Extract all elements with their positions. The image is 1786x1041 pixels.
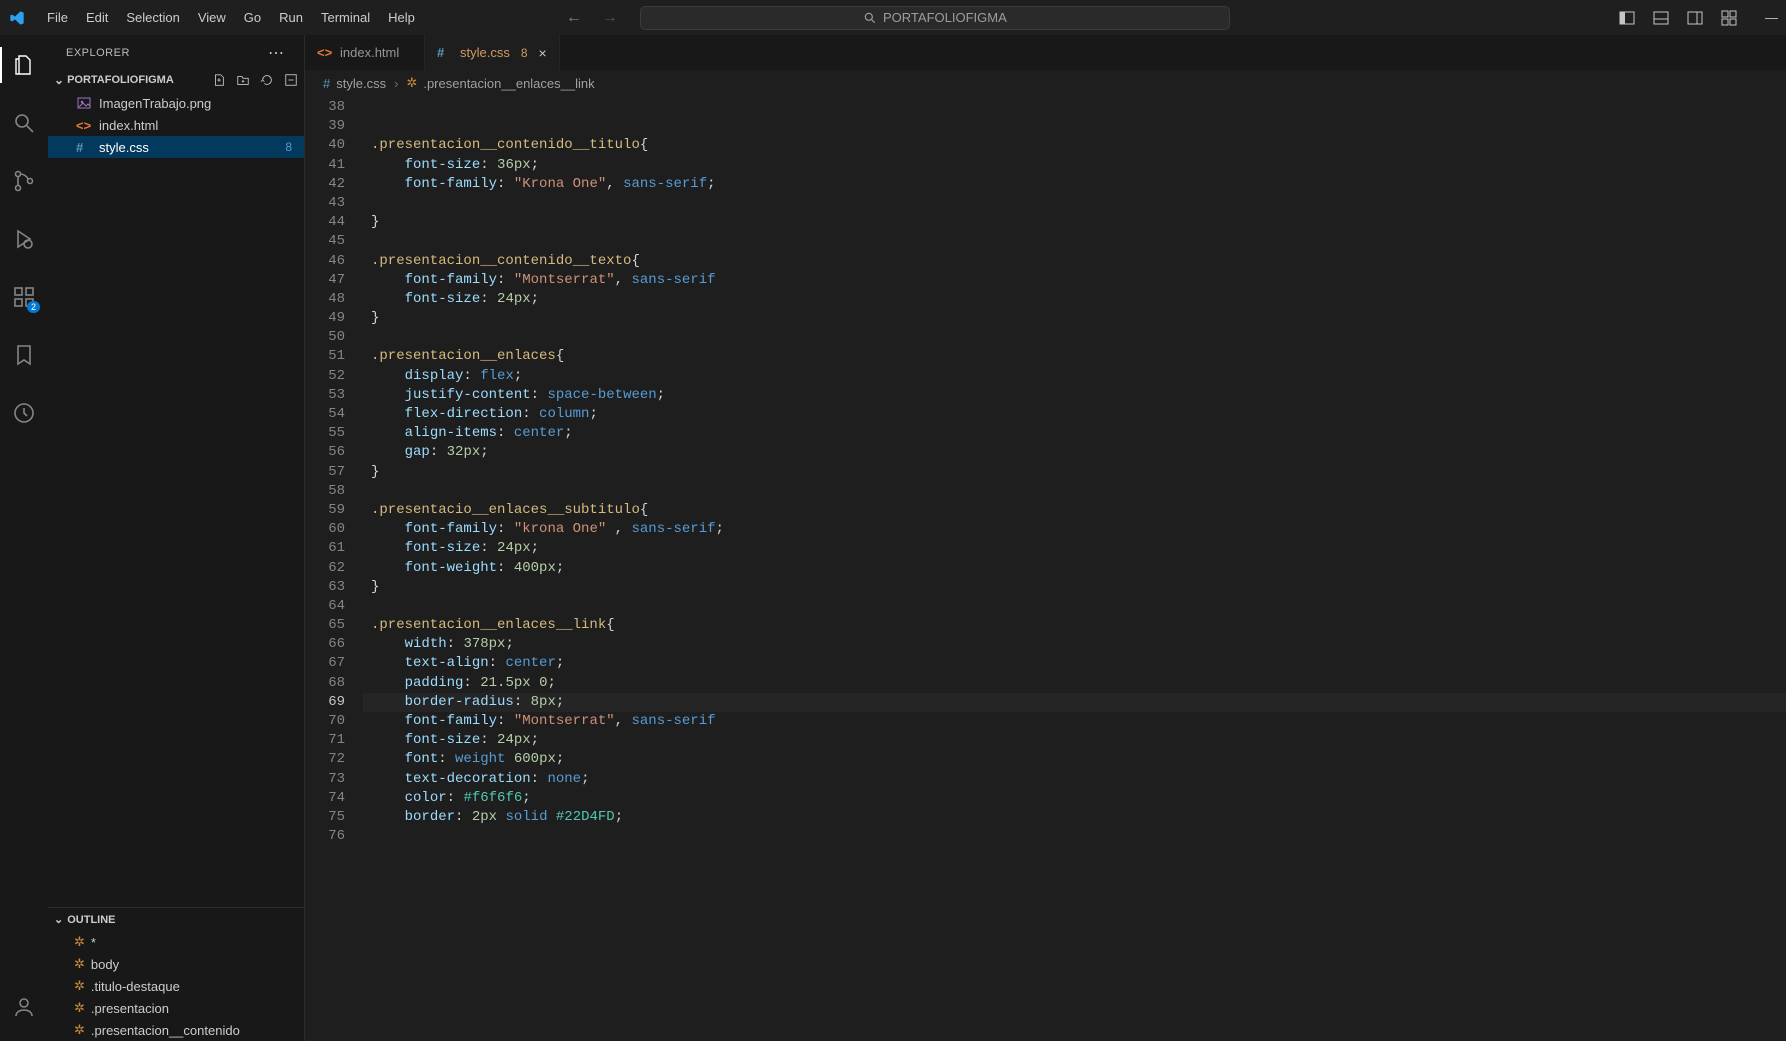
refresh-icon[interactable] xyxy=(260,73,274,87)
file-index-html[interactable]: <>index.html xyxy=(48,114,304,136)
menu-edit[interactable]: Edit xyxy=(77,6,117,29)
html-file-icon: <> xyxy=(317,45,333,60)
explorer-header: EXPLORER ⋯ xyxy=(48,35,304,70)
nav-arrows: ← → xyxy=(566,9,618,27)
line-gutter: 3839404142434445464748495051525354555657… xyxy=(305,96,363,1041)
image-file-icon xyxy=(76,95,92,111)
css-rule-icon: ✲ xyxy=(74,956,85,972)
menu-bar: FileEditSelectionViewGoRunTerminalHelp xyxy=(38,6,424,29)
file-ImagenTrabajo-png[interactable]: ImagenTrabajo.png xyxy=(48,92,304,114)
css-rule-icon: ✲ xyxy=(74,978,85,994)
source-control-icon[interactable] xyxy=(0,161,48,201)
css-rule-icon: ✲ xyxy=(406,75,417,91)
nav-forward-icon[interactable]: → xyxy=(602,9,618,27)
outline-header[interactable]: ⌄ OUTLINE xyxy=(48,907,304,931)
file-tree: ImagenTrabajo.png<>index.html#style.css8 xyxy=(48,90,304,160)
layout-customize-icon[interactable] xyxy=(1721,10,1737,26)
chevron-down-icon: ⌄ xyxy=(54,913,63,926)
explorer-icon[interactable] xyxy=(0,45,48,85)
minimize-icon[interactable]: — xyxy=(1765,10,1778,26)
menu-terminal[interactable]: Terminal xyxy=(312,6,379,29)
tab-style-css[interactable]: #style.css8× xyxy=(425,35,560,70)
outline-item[interactable]: ✲.presentacion xyxy=(48,997,304,1019)
folder-header[interactable]: ⌄ PORTAFOLIOFIGMA xyxy=(48,70,304,90)
breadcrumb-file: style.css xyxy=(336,76,386,91)
editor-tabs: <>index.html#style.css8× xyxy=(305,35,1786,70)
menu-run[interactable]: Run xyxy=(270,6,312,29)
css-rule-icon: ✲ xyxy=(74,1000,85,1016)
chevron-right-icon: › xyxy=(394,76,398,91)
file-style-css[interactable]: #style.css8 xyxy=(48,136,304,158)
menu-selection[interactable]: Selection xyxy=(117,6,188,29)
modified-badge: 8 xyxy=(521,46,528,60)
layout-sidebar-right-icon[interactable] xyxy=(1687,10,1703,26)
new-file-icon[interactable] xyxy=(212,73,226,87)
outline-item[interactable]: ✲.presentacion__contenido xyxy=(48,1019,304,1041)
menu-view[interactable]: View xyxy=(189,6,235,29)
outline-item[interactable]: ✲body xyxy=(48,953,304,975)
html-file-icon: <> xyxy=(76,118,92,133)
editor-area: <>index.html # style.css 8 × # style.css › ✲… xyxy=(305,35,1786,1041)
outline-item[interactable]: ✲.titulo-destaque xyxy=(48,975,304,997)
vscode-logo-icon xyxy=(8,9,26,27)
code-content[interactable]: .presentacion__contenido__titulo{ font-s… xyxy=(363,96,1786,1041)
menu-file[interactable]: File xyxy=(38,6,77,29)
css-file-icon: # xyxy=(323,76,330,91)
tab-index-html[interactable]: <>index.html xyxy=(305,35,425,70)
title-bar: FileEditSelectionViewGoRunTerminalHelp ←… xyxy=(0,0,1786,35)
breadcrumb[interactable]: # style.css › ✲ .presentacion__enlaces__… xyxy=(305,70,1786,96)
outline-title: OUTLINE xyxy=(67,914,115,926)
command-center-text: PORTAFOLIOFIGMA xyxy=(883,10,1007,25)
sidebar: EXPLORER ⋯ ⌄ PORTAFOLIOFIGMA ImagenTraba… xyxy=(48,35,305,1041)
menu-go[interactable]: Go xyxy=(235,6,270,29)
new-folder-icon[interactable] xyxy=(236,73,250,87)
css-rule-icon: ✲ xyxy=(74,1022,85,1038)
close-tab-icon[interactable]: × xyxy=(539,45,547,61)
explorer-title: EXPLORER xyxy=(66,47,130,59)
extensions-icon[interactable]: 2 xyxy=(0,277,48,317)
layout-controls: — xyxy=(1619,10,1778,26)
git-badge: 8 xyxy=(285,140,292,154)
collapse-icon[interactable] xyxy=(284,73,298,87)
account-icon[interactable] xyxy=(0,987,48,1027)
command-center[interactable]: PORTAFOLIOFIGMA xyxy=(640,6,1230,30)
layout-sidebar-left-icon[interactable] xyxy=(1619,10,1635,26)
extensions-badge: 2 xyxy=(27,301,40,313)
remote-icon[interactable] xyxy=(0,393,48,433)
search-activity-icon[interactable] xyxy=(0,103,48,143)
bookmark-icon[interactable] xyxy=(0,335,48,375)
chevron-down-icon: ⌄ xyxy=(54,73,64,87)
search-icon xyxy=(863,11,877,25)
outline-item[interactable]: ✲* xyxy=(48,931,304,953)
nav-back-icon[interactable]: ← xyxy=(566,9,582,27)
menu-help[interactable]: Help xyxy=(379,6,424,29)
css-file-icon: # xyxy=(437,45,453,60)
explorer-more-icon[interactable]: ⋯ xyxy=(268,43,286,63)
activity-bar: 2 xyxy=(0,35,48,1041)
run-debug-icon[interactable] xyxy=(0,219,48,259)
folder-name: PORTAFOLIOFIGMA xyxy=(67,74,174,86)
layout-panel-icon[interactable] xyxy=(1653,10,1669,26)
css-file-icon: # xyxy=(76,140,92,155)
code-editor[interactable]: 3839404142434445464748495051525354555657… xyxy=(305,96,1786,1041)
breadcrumb-symbol: .presentacion__enlaces__link xyxy=(423,76,594,91)
css-rule-icon: ✲ xyxy=(74,934,85,950)
